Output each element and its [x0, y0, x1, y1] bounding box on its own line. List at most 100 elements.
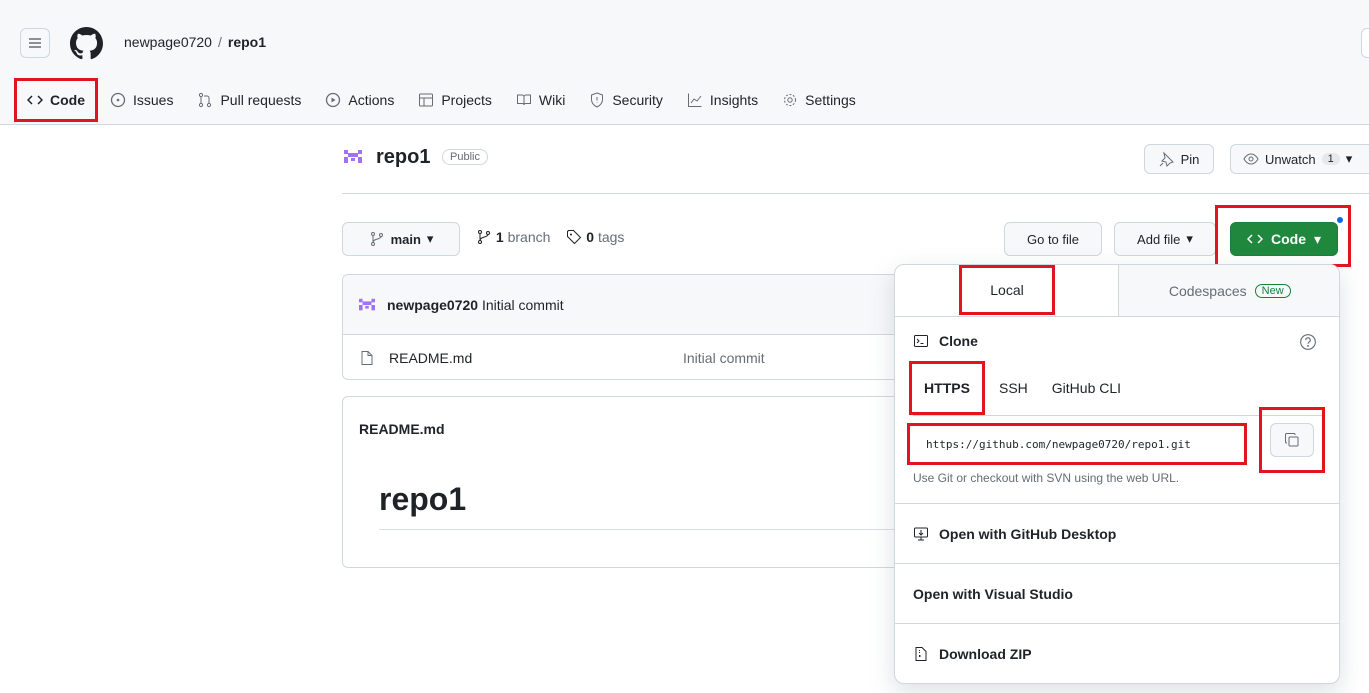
code-button[interactable]: Code ▾	[1230, 222, 1338, 256]
pull-request-icon	[199, 92, 212, 108]
tab-issues-label: Issues	[133, 92, 174, 108]
tab-codespaces[interactable]: Codespaces New	[1117, 265, 1339, 316]
code-dropdown-panel: Codespaces New Local Clone HTTPS SSH Git…	[894, 264, 1340, 684]
code-icon	[27, 95, 43, 105]
tab-ssh[interactable]: SSH	[999, 380, 1028, 396]
copy-button[interactable]	[1270, 423, 1314, 457]
breadcrumb-repo[interactable]: repo1	[228, 34, 266, 50]
pin-icon	[1159, 151, 1174, 167]
tab-projects-label: Projects	[441, 92, 492, 108]
file-icon	[361, 351, 373, 365]
tab-code-label: Code	[50, 92, 85, 108]
tab-security-label: Security	[612, 92, 663, 108]
add-file-button[interactable]: Add file ▾	[1114, 222, 1216, 256]
play-icon	[326, 92, 341, 108]
tab-codespaces-label: Codespaces	[1168, 282, 1247, 299]
unwatch-label: Unwatch	[1265, 151, 1316, 167]
tab-security[interactable]: Security	[577, 80, 675, 120]
pin-label: Pin	[1180, 151, 1200, 167]
tab-code[interactable]: Code	[14, 78, 98, 122]
desktop-download-icon	[914, 527, 928, 540]
protocol-tabs: HTTPS SSH GitHub CLI	[909, 361, 1121, 415]
tag-icon	[567, 230, 582, 245]
clone-header: Clone	[913, 333, 978, 349]
tab-github-cli[interactable]: GitHub CLI	[1052, 380, 1121, 396]
branch-word: branch	[507, 229, 551, 245]
breadcrumb-separator: /	[217, 34, 222, 50]
clone-url-input[interactable]: https://github.com/newpage0720/repo1.git	[907, 423, 1247, 465]
branches-link[interactable]: 1 branch	[476, 229, 550, 245]
tab-pull-requests-label: Pull requests	[220, 92, 302, 108]
file-zip-icon	[915, 646, 927, 661]
menu-icon[interactable]	[20, 28, 50, 58]
eye-icon	[1243, 153, 1259, 165]
branch-icon	[370, 232, 383, 246]
tab-pull-requests[interactable]: Pull requests	[185, 80, 313, 120]
latest-commit: newpage0720 Initial commit	[343, 275, 901, 335]
gear-icon	[784, 94, 797, 106]
code-button-label: Code	[1270, 231, 1306, 247]
repo-header: repo1 Public Pin Unwatch 1 ▾	[342, 142, 1369, 194]
unwatch-button[interactable]: Unwatch 1 ▾	[1230, 144, 1369, 174]
tab-wiki[interactable]: Wiki	[504, 80, 577, 120]
file-list: newpage0720 Initial commit README.md Ini…	[342, 274, 902, 380]
shield-icon	[591, 92, 604, 108]
chevron-down-icon: ▾	[1186, 231, 1193, 246]
branch-selector[interactable]: main ▾	[342, 222, 460, 256]
tab-local[interactable]: Local	[959, 265, 1055, 315]
clone-url-text: https://github.com/newpage0720/repo1.git	[926, 437, 1191, 451]
divider	[379, 529, 903, 530]
tab-https[interactable]: HTTPS	[909, 361, 985, 415]
chevron-down-icon: ▾	[426, 231, 434, 246]
branch-tag-info: 1 branch 0 tags	[476, 229, 624, 245]
repo-title[interactable]: repo1	[376, 146, 430, 169]
tab-issues[interactable]: Issues	[98, 80, 185, 120]
top-header: newpage0720 / repo1 Code Issues Pull reque…	[0, 0, 1369, 125]
question-icon[interactable]	[1299, 333, 1317, 351]
breadcrumb-owner[interactable]: newpage0720	[124, 34, 212, 50]
code-button-highlight: Code ▾	[1215, 205, 1351, 267]
branch-icon	[478, 230, 490, 244]
code-icon	[1246, 234, 1263, 244]
add-file-label: Add file	[1137, 231, 1181, 247]
tag-count: 0	[586, 229, 595, 245]
tab-https-label: HTTPS	[924, 380, 970, 396]
file-name[interactable]: README.md	[389, 350, 472, 366]
readme-title: README.md	[359, 421, 445, 437]
tags-link[interactable]: 0 tags	[566, 229, 624, 245]
branch-count: 1	[495, 229, 504, 245]
commit-author[interactable]: newpage0720	[387, 297, 478, 313]
repo-nav: Code Issues Pull requests Actions Projec…	[14, 78, 868, 122]
chevron-down-icon[interactable]: ▾	[1346, 151, 1353, 167]
issue-icon	[110, 92, 126, 108]
tab-settings[interactable]: Settings	[770, 80, 868, 120]
readme-heading: repo1	[379, 481, 467, 517]
file-commit-message[interactable]: Initial commit	[683, 350, 765, 366]
table-icon	[419, 93, 434, 107]
open-with-github-desktop[interactable]: Open with GitHub Desktop	[895, 503, 1339, 563]
commit-message[interactable]: Initial commit	[482, 297, 564, 313]
notification-dot	[1336, 216, 1344, 224]
chevron-down-icon: ▾	[1313, 230, 1322, 247]
tab-actions[interactable]: Actions	[313, 80, 406, 120]
github-logo-icon[interactable]	[70, 27, 103, 60]
visibility-badge: Public	[442, 149, 488, 165]
tab-wiki-label: Wiki	[538, 92, 566, 108]
go-to-file-button[interactable]: Go to file	[1004, 222, 1102, 256]
tab-insights[interactable]: Insights	[675, 80, 770, 120]
tab-local-label: Local	[990, 282, 1024, 298]
author-avatar-icon[interactable]	[357, 297, 377, 313]
table-row[interactable]: README.md Initial commit	[343, 335, 901, 379]
terminal-icon	[914, 335, 928, 347]
open-with-visual-studio[interactable]: Open with Visual Studio	[895, 563, 1339, 623]
tab-actions-label: Actions	[348, 92, 395, 108]
pin-button[interactable]: Pin	[1144, 144, 1214, 174]
tab-projects[interactable]: Projects	[406, 80, 504, 120]
open-vs-label: Open with Visual Studio	[913, 585, 1073, 602]
download-zip-label: Download ZIP	[939, 645, 1032, 662]
download-zip[interactable]: Download ZIP	[895, 623, 1339, 683]
tab-settings-label: Settings	[805, 92, 856, 108]
open-desktop-label: Open with GitHub Desktop	[939, 525, 1117, 542]
header-right-button[interactable]	[1361, 28, 1369, 58]
go-to-file-label: Go to file	[1026, 231, 1080, 247]
